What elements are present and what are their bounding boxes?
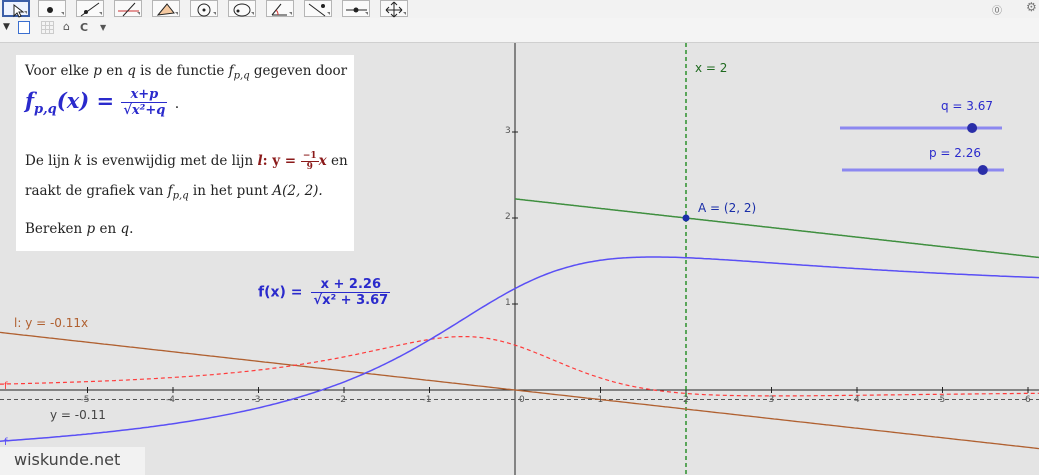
- brand-watermark: wiskunde.net: [0, 447, 145, 475]
- ellipse-tool-button[interactable]: [228, 0, 256, 17]
- task-line-1: Voor elke p en q is de functie fp,q gege…: [25, 63, 348, 82]
- slider-q-label: q = 3.67: [941, 99, 994, 113]
- label-derivative-f: f: [4, 381, 8, 392]
- x-tick-label: -5: [80, 395, 90, 405]
- move-graphics-view-tool-button[interactable]: [380, 0, 408, 18]
- x-tick-label: -3: [251, 395, 261, 405]
- label-point-a: A = (2, 2): [698, 201, 757, 215]
- point-capturing-icon[interactable]: C: [80, 21, 88, 34]
- task-description-box: Voor elke p en q is de functie fp,q gege…: [16, 55, 354, 251]
- style-bar: ▼ ⌂ C ▼: [0, 18, 1039, 43]
- y-tick-label: 1: [505, 298, 511, 308]
- x-tick-label: -2: [337, 395, 346, 405]
- task-line-5: Bereken p en q.: [25, 221, 134, 237]
- slider-p-label: p = 2.26: [929, 146, 982, 160]
- graphics-view[interactable]: Voor elke p en q is de functie fp,q gege…: [0, 43, 1039, 475]
- help-icon[interactable]: ⓪: [992, 2, 1002, 17]
- reflect-tool-button[interactable]: [304, 0, 332, 17]
- circle-tool-button[interactable]: [190, 0, 218, 17]
- label-x-eq-2: x = 2: [695, 61, 728, 75]
- perpendicular-line-tool-button[interactable]: [114, 0, 142, 17]
- y-tick-label: 3: [505, 126, 511, 136]
- derivative-curve[interactable]: [0, 336, 1039, 397]
- x-tick-label: 1: [597, 395, 604, 405]
- y-tick-label: 2: [505, 212, 511, 222]
- task-line-4: raakt de grafiek van fp,q in het punt A(…: [25, 183, 323, 202]
- gear-icon[interactable]: ⚙: [1026, 0, 1037, 14]
- home-icon[interactable]: ⌂: [63, 20, 70, 33]
- x-tick-label: 2: [683, 395, 689, 405]
- chevron-down-icon[interactable]: ▼: [100, 23, 106, 32]
- x-tick-label: 3: [768, 395, 775, 405]
- slider-p-knob[interactable]: [977, 165, 988, 175]
- task-formula: fp,q(x) = x+p √x²+q .: [25, 87, 180, 118]
- polygon-tool-button[interactable]: [152, 0, 180, 17]
- label-line-l: l: y = -0.11x: [14, 316, 89, 330]
- angle-tool-button[interactable]: [266, 0, 294, 17]
- x-tick-label: 4: [854, 395, 860, 405]
- collapse-triangle-icon[interactable]: ▼: [3, 22, 10, 32]
- line-tool-button[interactable]: [76, 0, 104, 17]
- grid-icon[interactable]: [41, 21, 54, 34]
- point-a[interactable]: [682, 214, 690, 222]
- toolbar: ⓪ ⚙: [0, 0, 1039, 18]
- x-tick-label: 0: [519, 395, 525, 405]
- move-tool-button[interactable]: [2, 0, 30, 18]
- slider-tool-button[interactable]: [342, 0, 370, 17]
- slider-q-knob[interactable]: [967, 123, 978, 133]
- show-axes-icon[interactable]: [18, 21, 30, 34]
- label-function-f: f(x) = x + 2.26 √x² + 3.67: [258, 277, 391, 308]
- point-tool-button[interactable]: [38, 0, 66, 17]
- function-curve-f[interactable]: [0, 256, 1039, 442]
- tangent-line-k[interactable]: [514, 198, 1039, 259]
- label-asymptote: y = -0.11: [50, 408, 106, 422]
- x-tick-label: 5: [939, 395, 946, 405]
- x-tick-label: -4: [166, 395, 175, 405]
- task-line-3: De lijn k is evenwijdig met de lijn l: y…: [25, 151, 348, 172]
- x-tick-label: -1: [422, 395, 432, 405]
- x-tick-label: 6: [1025, 395, 1031, 405]
